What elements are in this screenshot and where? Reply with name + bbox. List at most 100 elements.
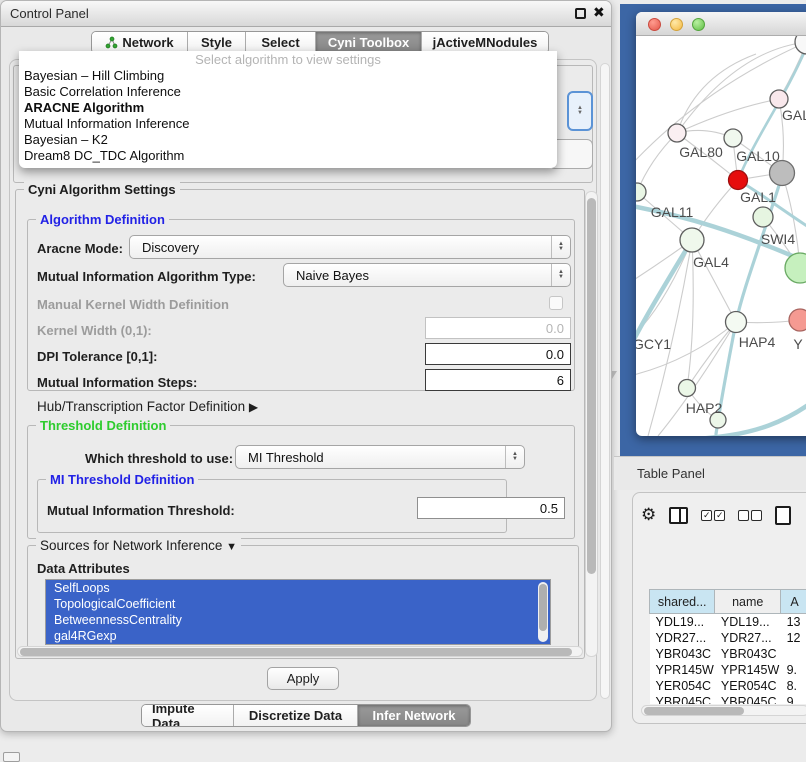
window-title: Control Panel	[10, 6, 89, 21]
mi-type-combo[interactable]: Naive Bayes ▲▼	[283, 263, 571, 287]
mi-threshold-definition-title: MI Threshold Definition	[46, 472, 198, 487]
sources-group-title[interactable]: Sources for Network Inference ▼	[36, 538, 241, 553]
cell-name[interactable]: YER054C	[715, 678, 781, 694]
tab-select[interactable]: Select	[246, 32, 316, 53]
network-node-hap2[interactable]	[679, 380, 696, 397]
network-node-hap4[interactable]	[726, 312, 747, 333]
new-table-icon[interactable]	[775, 506, 791, 525]
cell-value[interactable]	[781, 646, 806, 662]
network-node-gray[interactable]	[770, 161, 795, 186]
control-panel-titlebar[interactable]: Control Panel ✖	[1, 1, 611, 27]
deselect-all-icon[interactable]	[738, 510, 762, 521]
dpi-tolerance-label: DPI Tolerance [0,1]:	[37, 349, 157, 364]
table-row[interactable]: YBR043C YBR043C	[650, 646, 806, 662]
manual-kernel-checkbox[interactable]	[549, 296, 563, 310]
list-item-selfloops[interactable]: SelfLoops	[46, 580, 550, 596]
zoom-traffic-light-icon[interactable]	[692, 18, 705, 31]
network-node-gal[interactable]	[770, 90, 788, 108]
list-item-gal4rgexp[interactable]: gal4RGexp	[46, 628, 550, 644]
cell-name[interactable]: YPR145W	[715, 662, 781, 678]
scrollbar-thumb[interactable]	[587, 198, 596, 574]
close-traffic-light-icon[interactable]	[648, 18, 661, 31]
cell-name[interactable]: YDL19...	[715, 614, 781, 630]
table-row[interactable]: YDR27... YDR27... 12	[650, 630, 806, 646]
cell-value[interactable]: 8.	[781, 678, 806, 694]
popup-item-dream8[interactable]: Dream8 DC_TDC Algorithm	[19, 148, 557, 164]
network-window-titlebar[interactable]	[636, 12, 806, 36]
network-node-salmon[interactable]	[789, 309, 806, 331]
tab-jactivemnodules[interactable]: jActiveMNodules	[422, 32, 548, 53]
table-row[interactable]: YPR145W YPR145W 9.	[650, 662, 806, 678]
table-panel-header[interactable]: Table Panel	[614, 456, 806, 490]
panel-scrollbar-track[interactable]	[600, 63, 610, 699]
cell-name[interactable]: YDR27...	[715, 630, 781, 646]
network-node-gal10[interactable]	[724, 129, 742, 147]
gear-icon[interactable]: ⚙	[641, 505, 656, 525]
popup-item-basic-correlation[interactable]: Basic Correlation Inference	[19, 84, 557, 100]
cell-shared-name[interactable]: YPR145W	[650, 662, 715, 678]
cell-value[interactable]: 9.	[781, 662, 806, 678]
cell-value[interactable]: 12	[781, 630, 806, 646]
popup-item-mutual-information[interactable]: Mutual Information Inference	[19, 116, 557, 132]
cell-shared-name[interactable]: YBR043C	[650, 646, 715, 662]
column-header-shared-name[interactable]: shared...	[650, 590, 715, 614]
network-node-gal1-selected[interactable]	[729, 171, 748, 190]
scrollbar-thumb[interactable]	[539, 584, 547, 631]
float-window-icon[interactable]	[575, 8, 586, 19]
list-item-topologicalcoefficient[interactable]: TopologicalCoefficient	[46, 596, 550, 612]
dpi-tolerance-input[interactable]	[425, 343, 571, 365]
minimize-traffic-light-icon[interactable]	[670, 18, 683, 31]
list-item-betweennesscentrality[interactable]: BetweennessCentrality	[46, 612, 550, 628]
tab-discretize-data[interactable]: Discretize Data	[234, 705, 358, 726]
cell-shared-name[interactable]: YBR045C	[650, 694, 715, 705]
popup-item-bayesian-hill-climbing[interactable]: Bayesian – Hill Climbing	[19, 68, 557, 84]
kernel-width-input[interactable]	[425, 317, 571, 339]
checked-box-icon: ✓	[714, 510, 725, 521]
settings-vertical-scrollbar[interactable]	[585, 191, 598, 657]
cell-value[interactable]: 9.	[781, 694, 806, 705]
table-panel: ⚙ ✓ ✓ shared... name A YDL19...	[632, 492, 806, 724]
columns-icon[interactable]	[669, 507, 688, 524]
mi-steps-input[interactable]	[425, 369, 571, 391]
tab-style-label: Style	[201, 35, 232, 50]
dock-panel-button[interactable]	[3, 752, 20, 762]
settings-horizontal-scrollbar[interactable]	[17, 646, 583, 657]
attributes-list-scrollbar[interactable]	[538, 582, 548, 642]
tab-impute-data[interactable]: Impute Data	[142, 705, 234, 726]
scrollbar-thumb[interactable]	[644, 707, 744, 715]
column-header-clipped[interactable]: A	[781, 590, 806, 614]
tab-style[interactable]: Style	[188, 32, 246, 53]
network-node-top[interactable]	[795, 36, 806, 54]
network-canvas[interactable]: GAL GAL80 GAL10 GAL11 GAL1 SWI4 GAL4 GCY…	[636, 36, 806, 436]
table-row[interactable]: YDL19... YDL19... 13	[650, 614, 806, 630]
aracne-mode-combo[interactable]: Discovery ▲▼	[129, 235, 571, 259]
network-node-big-green[interactable]	[785, 253, 806, 283]
cell-shared-name[interactable]: YDL19...	[650, 614, 715, 630]
close-icon[interactable]: ✖	[593, 4, 605, 21]
select-all-icon[interactable]: ✓ ✓	[701, 510, 725, 521]
which-threshold-combo[interactable]: MI Threshold ▲▼	[235, 445, 525, 469]
node-label-swi4: SWI4	[761, 231, 795, 247]
tab-infer-network[interactable]: Infer Network	[358, 705, 470, 726]
cell-shared-name[interactable]: YER054C	[650, 678, 715, 694]
cell-shared-name[interactable]: YDR27...	[650, 630, 715, 646]
hub-definition-toggle[interactable]: Hub/Transcription Factor Definition ▶	[37, 399, 258, 414]
popup-item-aracne[interactable]: ARACNE Algorithm	[19, 100, 557, 116]
table-row[interactable]: YBR045C YBR045C 9.	[650, 694, 806, 705]
table-horizontal-scrollbar[interactable]	[641, 705, 806, 716]
cell-name[interactable]: YBR045C	[715, 694, 781, 705]
network-node-swi4[interactable]	[753, 207, 773, 227]
apply-button[interactable]: Apply	[267, 667, 339, 690]
tab-cyni-toolbox[interactable]: Cyni Toolbox	[316, 32, 422, 53]
tab-network[interactable]: Network	[92, 32, 188, 53]
scrollbar-thumb[interactable]	[20, 648, 572, 656]
cell-name[interactable]: YBR043C	[715, 646, 781, 662]
column-header-name[interactable]: name	[715, 590, 781, 614]
hidden-combo-spinner[interactable]: ▲▼	[567, 91, 593, 131]
network-node-gal4[interactable]	[680, 228, 704, 252]
network-node-gal80[interactable]	[668, 124, 686, 142]
table-row[interactable]: YER054C YER054C 8.	[650, 678, 806, 694]
mi-threshold-input[interactable]	[417, 497, 565, 519]
popup-item-bayesian-k2[interactable]: Bayesian – K2	[19, 132, 557, 148]
cell-value[interactable]: 13	[781, 614, 806, 630]
